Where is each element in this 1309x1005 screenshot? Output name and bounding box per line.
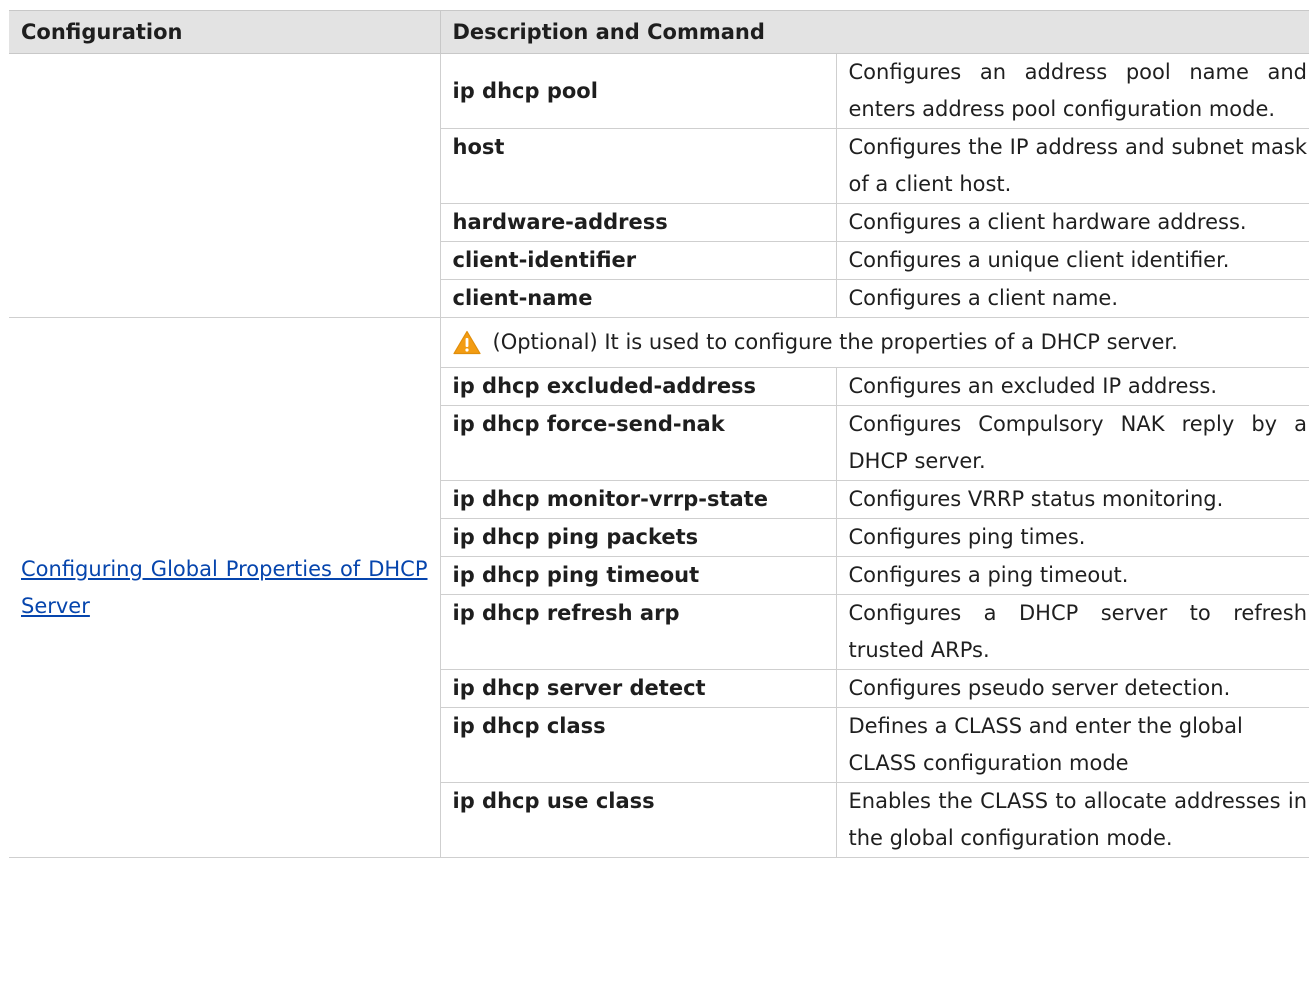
caution-cell: (Optional) It is used to configure the p… bbox=[439, 317, 1309, 368]
command-cell: ip dhcp ping packets bbox=[439, 518, 837, 557]
description-cell: Configures an excluded IP address. bbox=[835, 367, 1309, 406]
caution-text: (Optional) It is used to configure the p… bbox=[492, 330, 1178, 354]
caution-note: (Optional) It is used to configure the p… bbox=[452, 324, 1308, 361]
description-cell: Configures ping times. bbox=[835, 518, 1309, 557]
description-cell: Enables the CLASS to allocate addresses … bbox=[835, 782, 1309, 858]
command-cell: host bbox=[439, 128, 837, 204]
command-cell: ip dhcp ping timeout bbox=[439, 556, 837, 595]
configuration-cell-empty bbox=[9, 53, 441, 318]
command-cell: ip dhcp pool bbox=[439, 53, 837, 129]
configuration-cell: Configuring Global Properties of DHCP Se… bbox=[9, 317, 441, 858]
header-configuration: Configuration bbox=[9, 10, 441, 54]
command-cell: ip dhcp server detect bbox=[439, 669, 837, 708]
command-cell: ip dhcp use class bbox=[439, 782, 837, 858]
command-cell: client-identifier bbox=[439, 241, 837, 280]
configuring-global-properties-link[interactable]: Configuring Global Properties of DHCP Se… bbox=[21, 551, 428, 625]
description-cell: Configures a ping timeout. bbox=[835, 556, 1309, 595]
description-cell: Configures pseudo server detection. bbox=[835, 669, 1309, 708]
header-description-and-command: Description and Command bbox=[440, 10, 1309, 54]
table-header-row: Configuration Description and Command bbox=[9, 10, 1309, 54]
description-cell: Configures a client hardware address. bbox=[835, 203, 1309, 242]
command-cell: ip dhcp refresh arp bbox=[439, 594, 837, 670]
warning-triangle-icon bbox=[452, 330, 481, 355]
description-cell: Configures Compulsory NAK reply by a DHC… bbox=[835, 405, 1309, 481]
description-cell: Configures VRRP status monitoring. bbox=[835, 480, 1309, 519]
command-cell: ip dhcp force-send-nak bbox=[439, 405, 837, 481]
command-cell: ip dhcp monitor-vrrp-state bbox=[439, 480, 837, 519]
description-cell: Configures a unique client identifier. bbox=[835, 241, 1309, 280]
command-cell: ip dhcp class bbox=[439, 707, 837, 783]
description-cell: Configures the IP address and subnet mas… bbox=[835, 128, 1309, 204]
description-cell: Configures a DHCP server to refresh trus… bbox=[835, 594, 1309, 670]
description-cell: Defines a CLASS and enter the global CLA… bbox=[835, 707, 1309, 783]
description-cell: Configures a client name. bbox=[835, 279, 1309, 318]
table-row: ip dhcp pool Configures an address pool … bbox=[9, 53, 1309, 318]
caution-row: Configuring Global Properties of DHCP Se… bbox=[9, 317, 1309, 858]
description-cell: Configures an address pool name and ente… bbox=[835, 53, 1309, 129]
command-cell: ip dhcp excluded-address bbox=[439, 367, 837, 406]
configuration-table: Configuration Description and Command ip… bbox=[9, 10, 1309, 858]
command-cell: hardware-address bbox=[439, 203, 837, 242]
command-cell: client-name bbox=[439, 279, 837, 318]
